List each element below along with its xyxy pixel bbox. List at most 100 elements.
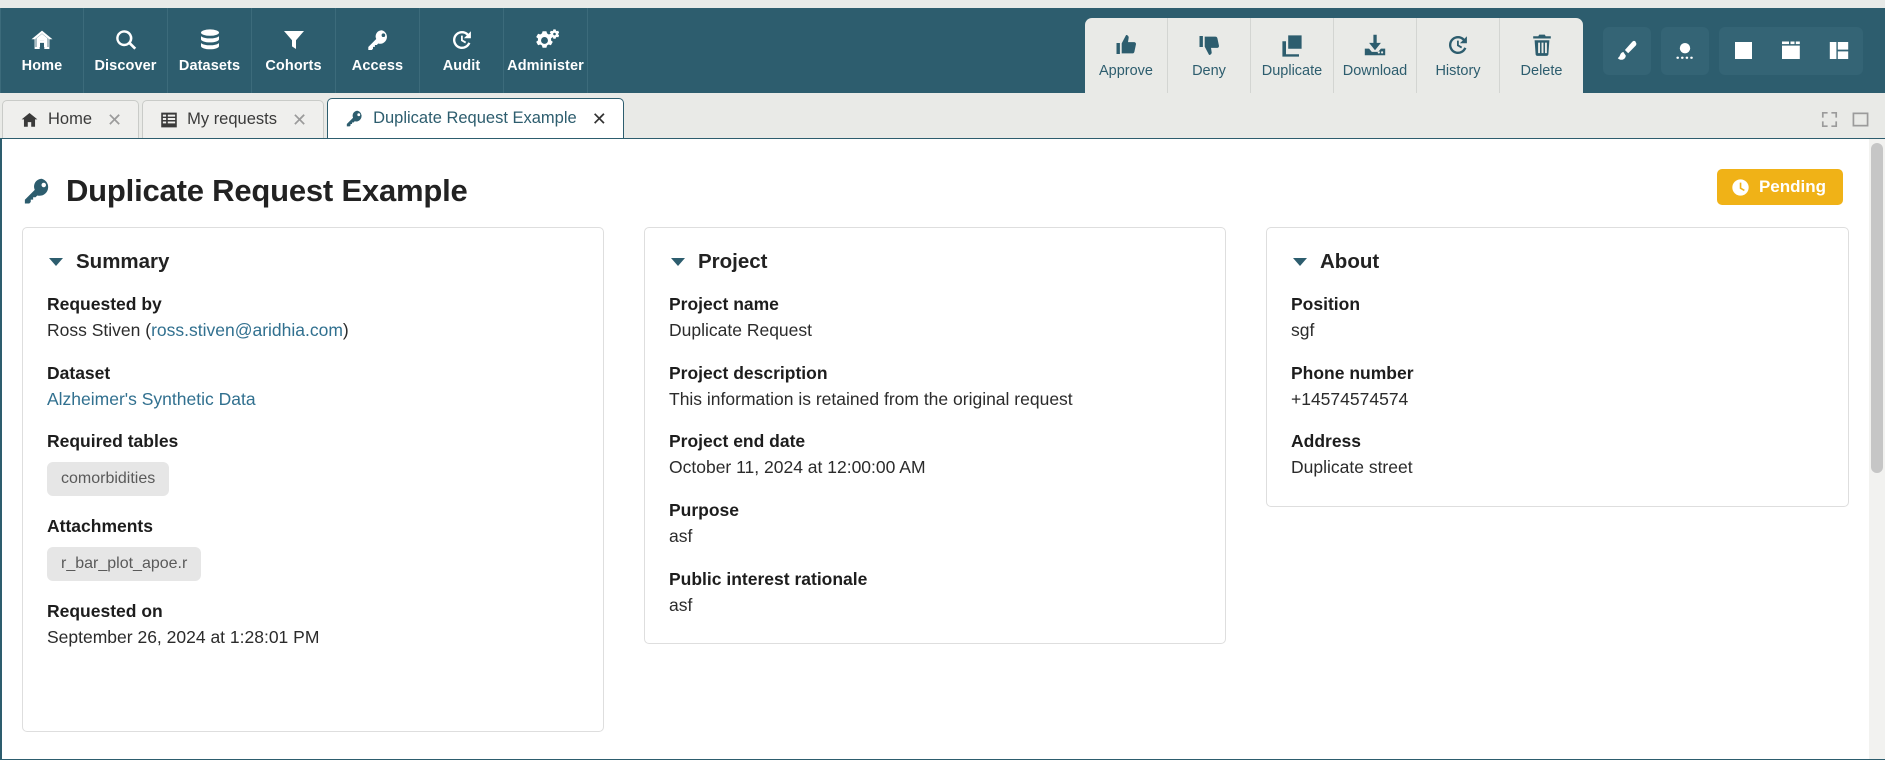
delete-button[interactable]: Delete <box>1500 18 1583 93</box>
tabbar-window-controls <box>1821 111 1869 128</box>
history-button[interactable]: History <box>1417 18 1500 93</box>
tab-label: Home <box>48 110 93 128</box>
summary-card: Summary Requested by Ross Stiven (ross.s… <box>22 227 604 732</box>
project-card-header[interactable]: Project <box>669 250 1201 274</box>
header-right-tools <box>1583 8 1885 93</box>
tab-close-icon[interactable]: ✕ <box>292 111 307 129</box>
required-table-chip[interactable]: comorbidities <box>47 462 170 497</box>
single-pane-layout-button[interactable] <box>1719 27 1767 75</box>
field-dataset: Dataset Alzheimer's Synthetic Data <box>47 363 579 412</box>
single-pane-layout-icon <box>1733 40 1754 61</box>
field-value: Duplicate Request <box>669 320 812 340</box>
project-card: Project Project name Duplicate Request P… <box>644 227 1226 645</box>
field-project-name: Project name Duplicate Request <box>669 294 1201 343</box>
field-value: This information is retained from the or… <box>669 388 1073 409</box>
field-required-tables: Required tables comorbidities <box>47 431 579 497</box>
field-address: Address Duplicate street <box>1291 431 1824 480</box>
deny-button[interactable]: Deny <box>1168 18 1251 93</box>
database-icon <box>199 27 221 53</box>
duplicate-button[interactable]: Duplicate <box>1251 18 1334 93</box>
dataset-link[interactable]: Alzheimer's Synthetic Data <box>47 389 256 409</box>
field-label: Public interest rationale <box>669 568 868 589</box>
field-value: sgf <box>1291 320 1315 340</box>
field-label: Project name <box>669 294 779 314</box>
nav-item-label: Administer <box>507 58 584 75</box>
window-layout-button[interactable] <box>1767 27 1815 75</box>
summary-card-header[interactable]: Summary <box>47 250 579 274</box>
search-icon <box>114 27 138 53</box>
history-icon <box>450 27 474 53</box>
maximize-icon[interactable] <box>1852 111 1869 128</box>
table-icon <box>160 111 178 129</box>
content-vertical-scrollbar[interactable] <box>1869 139 1885 759</box>
chevron-down-icon <box>671 258 685 266</box>
field-requested-on: Requested on September 26, 2024 at 1:28:… <box>47 601 579 650</box>
nav-item-discover[interactable]: Discover <box>84 8 168 93</box>
copy-icon <box>1280 32 1304 57</box>
nav-item-home[interactable]: Home <box>0 8 84 93</box>
download-icon <box>1363 32 1387 57</box>
status-badge[interactable]: Pending <box>1716 169 1843 205</box>
download-button[interactable]: Download <box>1334 18 1417 93</box>
primary-navigation: Home Discover Datasets Cohorts Access Au… <box>0 8 588 93</box>
detail-cards-row: Summary Requested by Ross Stiven (ross.s… <box>0 219 1885 732</box>
key-icon <box>22 176 52 206</box>
field-purpose: Purpose asf <box>669 500 1201 549</box>
nav-item-access[interactable]: Access <box>336 8 420 93</box>
card-title: About <box>1320 250 1380 273</box>
tab-label: My requests <box>187 110 277 128</box>
nav-item-cohorts[interactable]: Cohorts <box>252 8 336 93</box>
field-value: asf <box>669 594 693 615</box>
field-phone-number: Phone number +14574574574 <box>1291 363 1824 412</box>
page-header: Duplicate Request Example Pending <box>0 139 1885 219</box>
field-requested-by: Requested by Ross Stiven (ross.stiven@ar… <box>47 294 579 343</box>
action-label: Deny <box>1192 63 1226 80</box>
tab-close-icon[interactable]: ✕ <box>592 110 607 128</box>
window-top-strip <box>0 0 1885 8</box>
tab-my-requests[interactable]: My requests ✕ <box>142 100 325 138</box>
approve-button[interactable]: Approve <box>1085 18 1168 93</box>
action-label: History <box>1435 63 1481 80</box>
field-position: Position sgf <box>1291 294 1824 343</box>
nav-item-administer[interactable]: Administer <box>504 8 588 93</box>
tab-duplicate-request-example[interactable]: Duplicate Request Example ✕ <box>327 98 624 138</box>
field-label: Requested by <box>47 294 162 314</box>
about-card-header[interactable]: About <box>1291 250 1824 274</box>
field-label: Project description <box>669 362 828 383</box>
theme-paintbrush-button[interactable] <box>1603 26 1651 75</box>
user-account-button[interactable] <box>1661 26 1709 75</box>
request-action-toolbar: Approve Deny Duplicate Download History <box>1085 18 1583 93</box>
gears-icon <box>533 27 559 53</box>
request-detail-content: Duplicate Request Example Pending Summar… <box>0 138 1885 760</box>
split-pane-layout-button[interactable] <box>1815 27 1863 75</box>
layout-mode-group <box>1719 26 1863 75</box>
fullscreen-icon[interactable] <box>1821 111 1838 128</box>
field-value: October 11, 2024 at 12:00:00 AM <box>669 457 926 478</box>
home-icon <box>29 27 55 53</box>
tab-close-icon[interactable]: ✕ <box>107 111 122 129</box>
content-left-edge <box>0 139 2 759</box>
thumbs-down-icon <box>1197 32 1222 57</box>
nav-item-label: Access <box>351 58 404 75</box>
requester-email-link[interactable]: ross.stiven@aridhia.com <box>151 320 343 340</box>
about-card: About Position sgf Phone number +1457457… <box>1266 227 1849 507</box>
field-label: Required tables <box>47 431 179 452</box>
nav-item-audit[interactable]: Audit <box>420 8 504 93</box>
tab-bar: Home ✕ My requests ✕ Duplicate Request E… <box>0 93 1885 138</box>
scrollbar-thumb[interactable] <box>1871 143 1883 473</box>
field-value: Duplicate street <box>1291 457 1413 478</box>
tab-home[interactable]: Home ✕ <box>2 100 140 138</box>
key-icon <box>366 27 390 53</box>
field-label: Address <box>1291 431 1362 452</box>
tab-label: Duplicate Request Example <box>373 109 577 127</box>
action-label: Duplicate <box>1261 63 1323 80</box>
attachment-chip[interactable]: r_bar_plot_apoe.r <box>47 547 202 582</box>
field-value: +14574574574 <box>1291 388 1409 409</box>
nav-item-datasets[interactable]: Datasets <box>168 8 252 93</box>
header-spacer <box>588 8 1085 93</box>
action-label: Approve <box>1098 63 1153 80</box>
status-badge-label: Pending <box>1758 177 1826 196</box>
chevron-down-icon <box>1293 258 1307 266</box>
page-title: Duplicate Request Example <box>66 173 468 208</box>
field-label: Purpose <box>669 499 740 520</box>
